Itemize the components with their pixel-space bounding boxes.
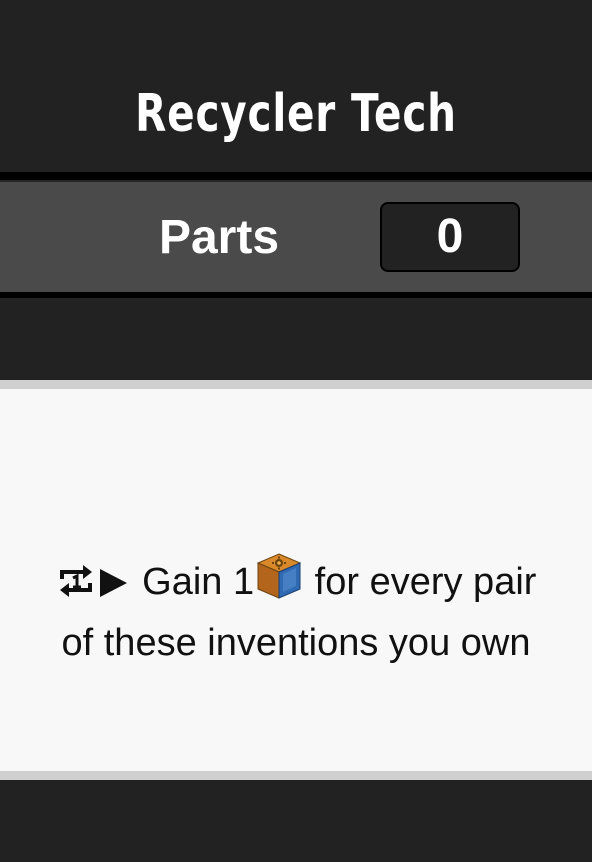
effect-description: Gain 1 for every pair of these invention… <box>50 551 542 670</box>
parts-panel: Parts 0 <box>0 180 592 292</box>
parts-label: Parts <box>158 211 280 264</box>
spacer-band <box>0 298 592 380</box>
play-arrow-icon <box>96 562 132 616</box>
card-title: Recycler Tech <box>135 84 457 144</box>
card-effect-panel: Gain 1 for every pair of these invention… <box>0 380 592 780</box>
parts-bar: Parts 0 <box>0 172 592 298</box>
parts-counter[interactable]: 0 <box>380 202 520 272</box>
parts-crate-icon <box>254 551 304 616</box>
bottom-band <box>0 780 592 862</box>
card-header: Recycler Tech <box>0 0 592 172</box>
gain-text: Gain 1 <box>142 561 255 603</box>
repeat-once-icon <box>56 561 96 616</box>
